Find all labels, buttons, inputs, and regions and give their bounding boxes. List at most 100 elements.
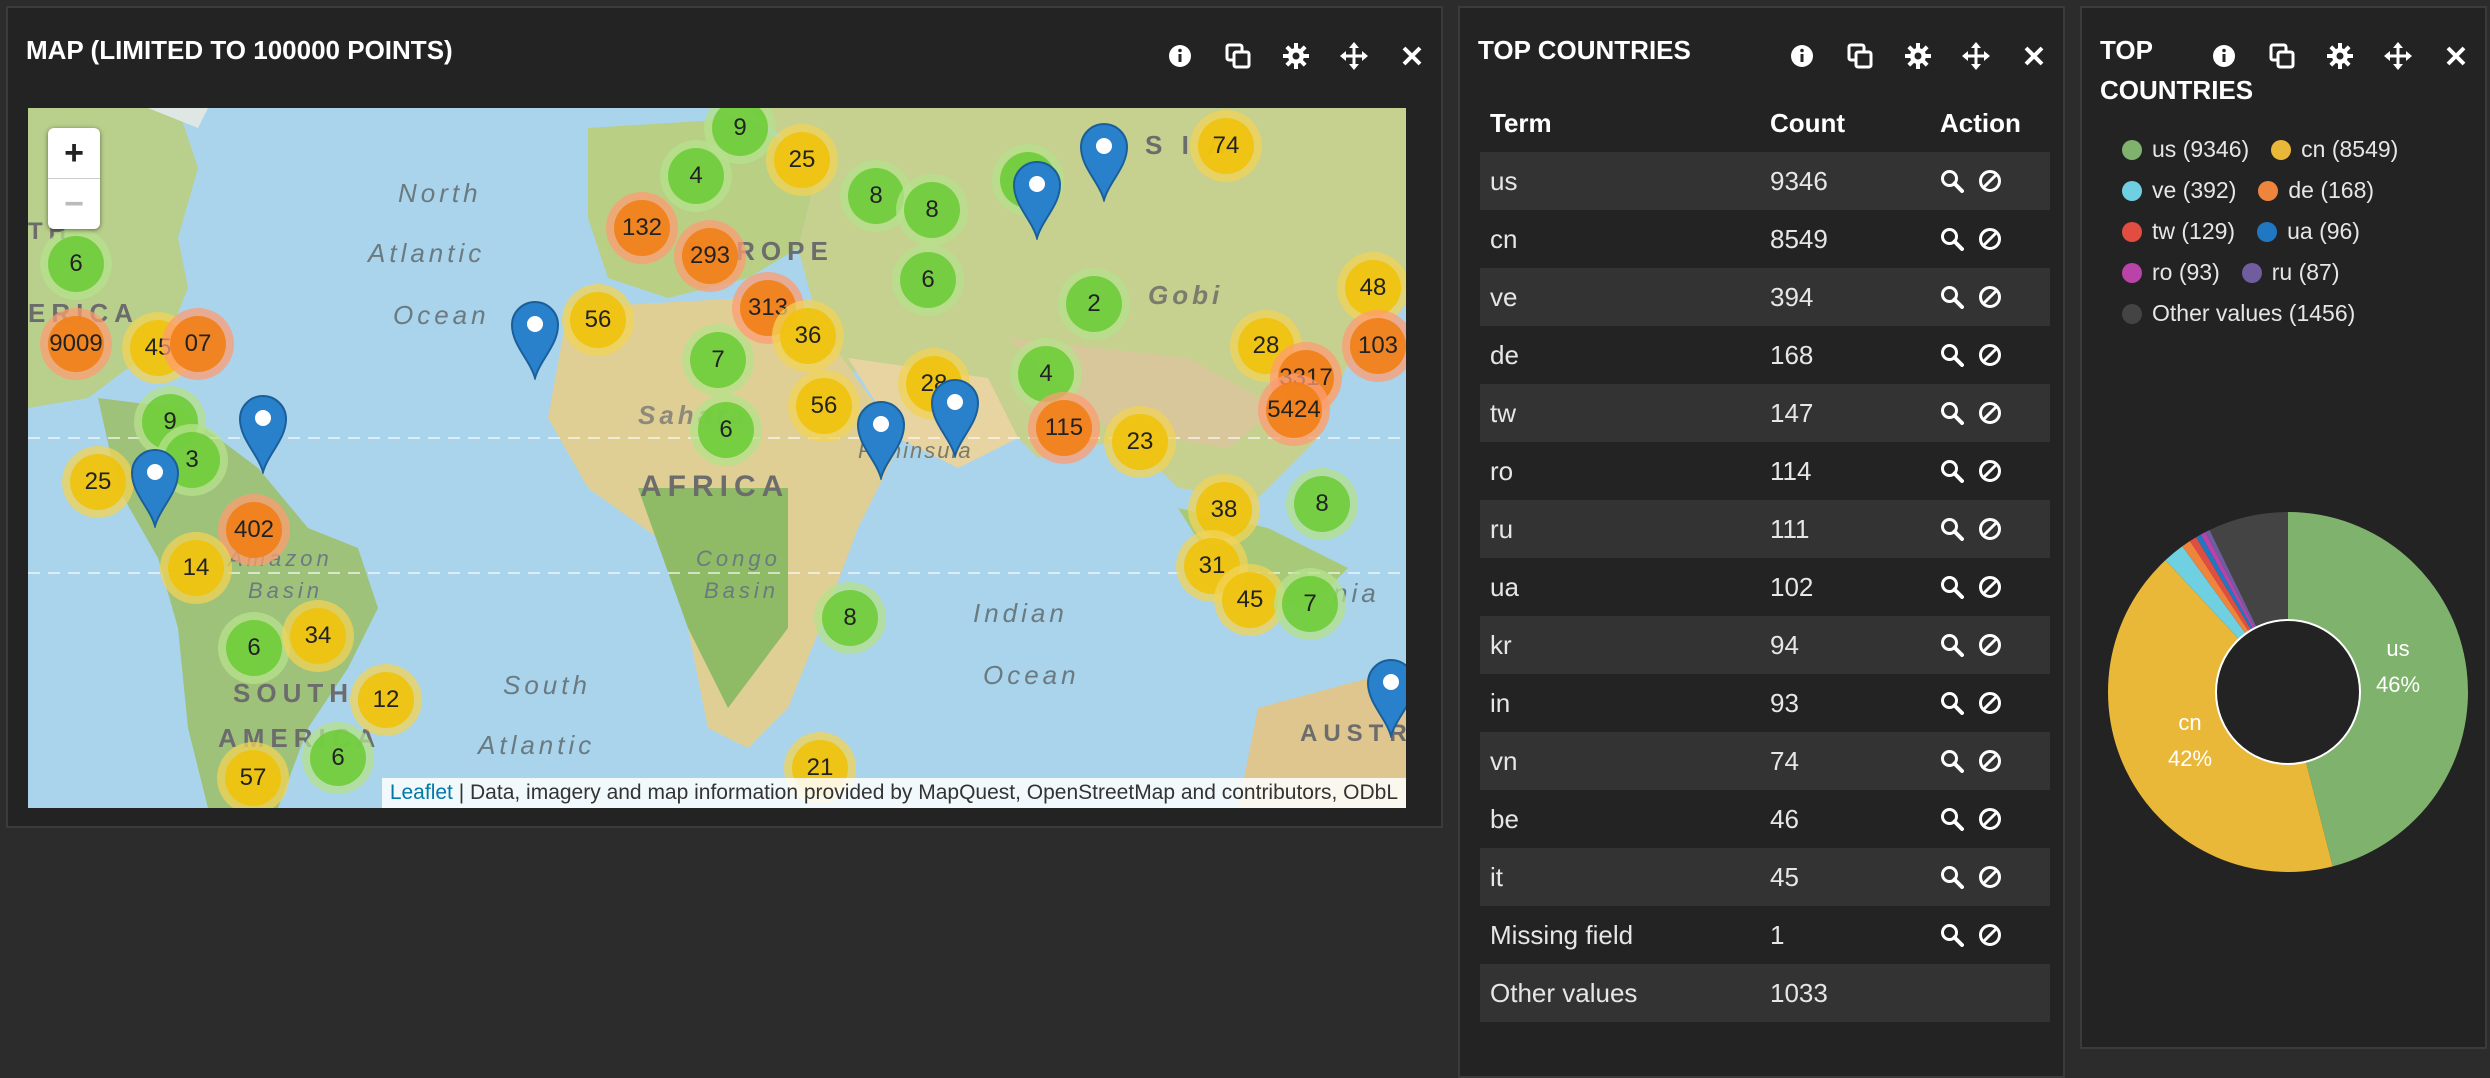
filter-search-icon[interactable] (1940, 633, 1964, 657)
leaflet-link[interactable]: Leaflet (390, 781, 453, 804)
exclude-ban-icon[interactable] (1978, 227, 2002, 251)
map-cluster[interactable]: 8 (896, 174, 968, 246)
map-cluster[interactable]: 6 (892, 244, 964, 316)
map-cluster[interactable]: 6 (218, 612, 290, 684)
donut-chart[interactable]: us 46% cn 42% (2098, 502, 2478, 882)
legend-item[interactable]: ua (96) (2257, 218, 2360, 245)
filter-search-icon[interactable] (1940, 343, 1964, 367)
exclude-ban-icon[interactable] (1978, 517, 2002, 541)
info-icon[interactable] (2195, 36, 2253, 76)
legend-item[interactable]: cn (8549) (2271, 136, 2398, 163)
legend-item[interactable]: ro (93) (2122, 259, 2220, 286)
map-cluster[interactable]: 7 (1274, 568, 1346, 640)
move-icon[interactable] (1947, 36, 2005, 76)
map-cluster[interactable]: 07 (162, 308, 234, 380)
close-icon[interactable] (2005, 36, 2063, 76)
exclude-ban-icon[interactable] (1978, 401, 2002, 425)
close-icon[interactable] (2427, 36, 2485, 76)
map-cluster[interactable]: 6 (302, 722, 374, 794)
map-cluster[interactable]: 23 (1104, 406, 1176, 478)
marker-pin-icon[interactable] (510, 300, 560, 385)
filter-search-icon[interactable] (1940, 285, 1964, 309)
legend-item[interactable]: Other values (1456) (2122, 300, 2355, 327)
zoom-in-button[interactable]: + (48, 128, 100, 178)
map-cluster[interactable]: 132 (606, 192, 678, 264)
cluster-count: 7 (1282, 576, 1338, 632)
exclude-ban-icon[interactable] (1978, 343, 2002, 367)
map-cluster[interactable]: 8 (1286, 468, 1358, 540)
map-cluster[interactable]: 14 (160, 532, 232, 604)
filter-search-icon[interactable] (1940, 807, 1964, 831)
marker-pin-icon[interactable] (930, 378, 980, 463)
exclude-ban-icon[interactable] (1978, 865, 2002, 889)
copy-icon[interactable] (2253, 36, 2311, 76)
marker-pin-icon[interactable] (130, 448, 180, 533)
filter-search-icon[interactable] (1940, 749, 1964, 773)
marker-pin-icon[interactable] (238, 394, 288, 479)
move-icon[interactable] (2369, 36, 2427, 76)
exclude-ban-icon[interactable] (1978, 749, 2002, 773)
info-icon[interactable] (1773, 36, 1831, 76)
legend-item[interactable]: de (168) (2258, 177, 2374, 204)
map-cluster[interactable]: 6 (40, 228, 112, 300)
map-cluster[interactable]: 103 (1342, 310, 1406, 382)
legend-label: de (168) (2288, 177, 2375, 203)
legend-item[interactable]: ve (392) (2122, 177, 2236, 204)
gear-icon[interactable] (1889, 36, 1947, 76)
map-cluster[interactable]: 8 (814, 582, 886, 654)
filter-search-icon[interactable] (1940, 517, 1964, 541)
marker-pin-icon[interactable] (1012, 160, 1062, 245)
table-row: de 168 (1480, 326, 2050, 384)
map-cluster[interactable]: 57 (217, 742, 289, 808)
map-cluster[interactable]: 74 (1190, 110, 1262, 182)
exclude-ban-icon[interactable] (1978, 807, 2002, 831)
map-cluster[interactable]: 6 (690, 394, 762, 466)
close-icon[interactable] (1383, 36, 1441, 76)
map-cluster[interactable]: 5424 (1258, 374, 1330, 446)
filter-search-icon[interactable] (1940, 575, 1964, 599)
exclude-ban-icon[interactable] (1978, 285, 2002, 309)
gear-icon[interactable] (2311, 36, 2369, 76)
exclude-ban-icon[interactable] (1978, 575, 2002, 599)
map-cluster[interactable]: 4 (660, 140, 732, 212)
exclude-ban-icon[interactable] (1978, 169, 2002, 193)
copy-icon[interactable] (1209, 36, 1267, 76)
filter-search-icon[interactable] (1940, 169, 1964, 193)
exclude-ban-icon[interactable] (1978, 459, 2002, 483)
map-cluster[interactable]: 2 (1058, 268, 1130, 340)
filter-search-icon[interactable] (1940, 227, 1964, 251)
copy-icon[interactable] (1831, 36, 1889, 76)
map-cluster[interactable]: 56 (788, 370, 860, 442)
marker-pin-icon[interactable] (856, 400, 906, 485)
exclude-ban-icon[interactable] (1978, 633, 2002, 657)
map-cluster[interactable]: 25 (766, 124, 838, 196)
move-icon[interactable] (1325, 36, 1383, 76)
filter-search-icon[interactable] (1940, 691, 1964, 715)
map-cluster[interactable]: 293 (674, 220, 746, 292)
column-header-count[interactable]: Count (1760, 94, 1930, 152)
map-cluster[interactable]: 34 (282, 600, 354, 672)
exclude-ban-icon[interactable] (1978, 923, 2002, 947)
filter-search-icon[interactable] (1940, 923, 1964, 947)
zoom-out-button[interactable]: − (48, 178, 100, 229)
map-cluster[interactable]: 12 (350, 664, 422, 736)
marker-pin-icon[interactable] (1079, 122, 1129, 207)
legend-item[interactable]: us (9346) (2122, 136, 2249, 163)
column-header-term[interactable]: Term (1480, 94, 1760, 152)
filter-search-icon[interactable] (1940, 401, 1964, 425)
exclude-ban-icon[interactable] (1978, 691, 2002, 715)
info-icon[interactable] (1151, 36, 1209, 76)
filter-search-icon[interactable] (1940, 865, 1964, 889)
gear-icon[interactable] (1267, 36, 1325, 76)
marker-pin-icon[interactable] (1366, 658, 1406, 743)
map-cluster[interactable]: 9009 (40, 308, 112, 380)
map-cluster[interactable]: 7 (682, 324, 754, 396)
world-map[interactable]: North Atlantic Ocean EUROPE Gobi Sahara … (28, 108, 1406, 808)
map-cluster[interactable]: 56 (562, 284, 634, 356)
filter-search-icon[interactable] (1940, 459, 1964, 483)
map-cluster[interactable]: 36 (772, 300, 844, 372)
map-cluster[interactable]: 25 (62, 446, 134, 518)
legend-item[interactable]: tw (129) (2122, 218, 2235, 245)
map-cluster[interactable]: 115 (1028, 392, 1100, 464)
legend-item[interactable]: ru (87) (2241, 259, 2340, 286)
